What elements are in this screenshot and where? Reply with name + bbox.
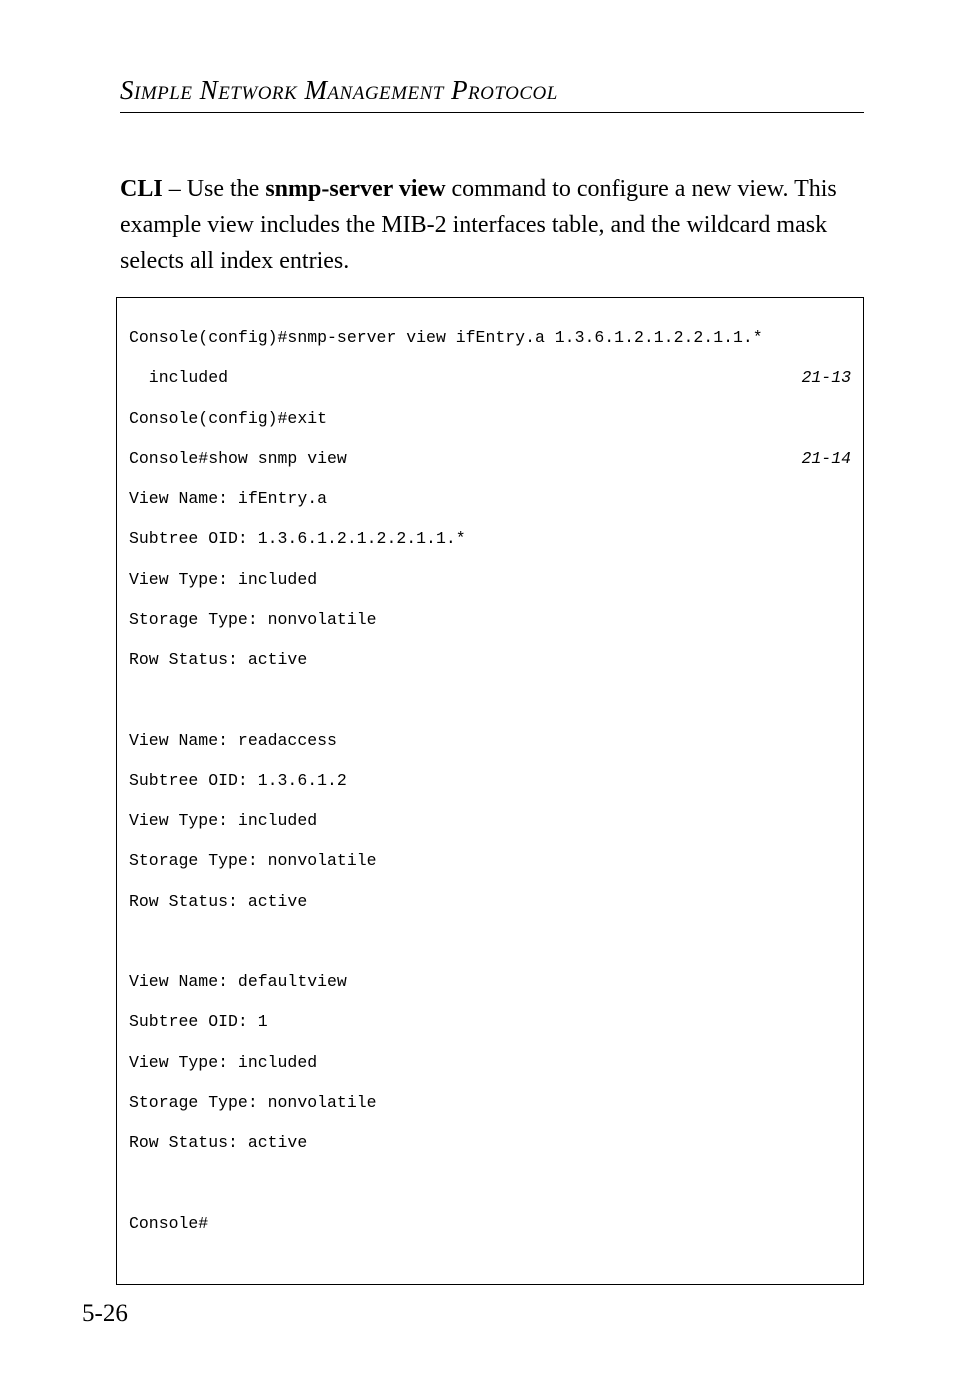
code-line: Console(config)#exit (129, 409, 851, 429)
code-line (129, 932, 851, 952)
cli-label: CLI (120, 176, 163, 202)
code-line: View Name: defaultview (129, 972, 851, 992)
code-line: View Type: included (129, 811, 851, 831)
chapter-title: Simple Network Management Protocol (120, 75, 864, 106)
code-line: Storage Type: nonvolatile (129, 851, 851, 871)
code-line: View Name: ifEntry.a (129, 489, 851, 509)
code-line: View Type: included (129, 1053, 851, 1073)
code-line: Console#show snmp view 21-14 (129, 449, 851, 469)
code-text: included (129, 368, 228, 388)
page-number: 5-26 (82, 1300, 128, 1328)
code-line: included 21-13 (129, 368, 851, 388)
body-paragraph: CLI – Use the snmp-server view command t… (120, 171, 864, 279)
code-line: Storage Type: nonvolatile (129, 610, 851, 630)
code-line: Subtree OID: 1 (129, 1012, 851, 1032)
code-ref: 21-14 (793, 449, 851, 469)
code-line: Subtree OID: 1.3.6.1.2.1.2.2.1.1.* (129, 529, 851, 549)
code-line: View Name: readaccess (129, 731, 851, 751)
code-line: Console(config)#snmp-server view ifEntry… (129, 328, 851, 348)
code-line: Console# (129, 1214, 851, 1234)
code-line (129, 690, 851, 710)
code-line: View Type: included (129, 570, 851, 590)
code-block: Console(config)#snmp-server view ifEntry… (116, 297, 864, 1285)
code-line: Subtree OID: 1.3.6.1.2 (129, 771, 851, 791)
command-name: snmp-server view (265, 176, 445, 202)
code-line (129, 1173, 851, 1193)
code-line: Storage Type: nonvolatile (129, 1093, 851, 1113)
code-text: Console#show snmp view (129, 449, 347, 469)
title-rule (120, 112, 864, 113)
code-line: Row Status: active (129, 650, 851, 670)
code-ref: 21-13 (793, 368, 851, 388)
code-line: Row Status: active (129, 892, 851, 912)
code-line: Row Status: active (129, 1133, 851, 1153)
body-sep: – Use the (163, 176, 266, 202)
